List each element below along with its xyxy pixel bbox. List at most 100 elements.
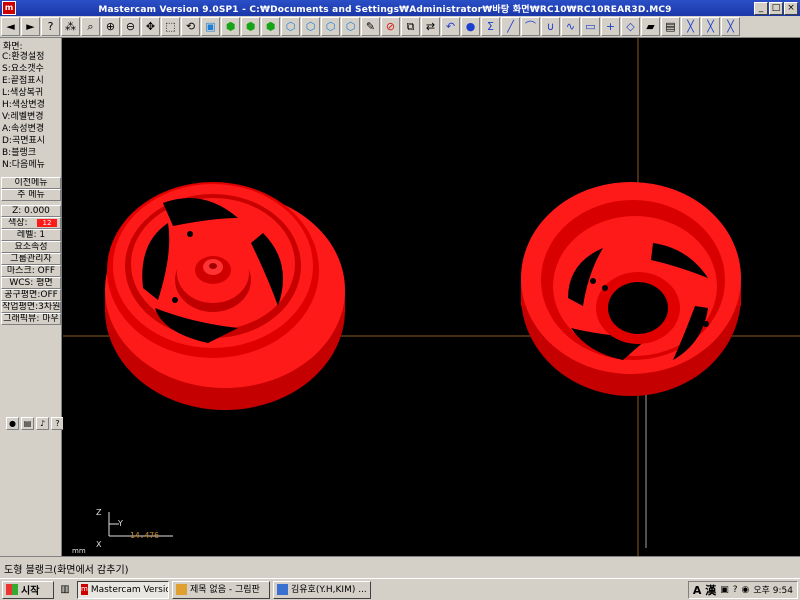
zoom-window-icon[interactable]: ⌕: [81, 17, 100, 36]
system-tray: A 漢 ▣ ? ◉ 오후 9:54: [687, 580, 798, 599]
xform-icon[interactable]: ⇄: [421, 17, 440, 36]
help-icon[interactable]: ?: [41, 17, 60, 36]
color-field[interactable]: 색상: 12: [1, 217, 61, 229]
menu-item-change-attributes[interactable]: A:속성변경: [2, 123, 60, 135]
transform-icon[interactable]: ⧉: [401, 17, 420, 36]
start-label: 시작: [21, 586, 40, 597]
windows-flag-icon: [6, 584, 18, 595]
task-label: Mastercam Versio...: [90, 584, 168, 595]
record-icon[interactable]: ●: [6, 417, 19, 430]
arc-icon[interactable]: ⌒: [521, 17, 540, 36]
start-button[interactable]: 시작: [2, 580, 54, 599]
view-cube-1-icon[interactable]: ⬡: [281, 17, 300, 36]
undo-icon[interactable]: ↶: [441, 17, 460, 36]
pencil-icon[interactable]: ✎: [361, 17, 380, 36]
color-swatch: 12: [37, 219, 57, 227]
mask-button[interactable]: 마스크: OFF: [1, 265, 61, 277]
pan-icon[interactable]: ✥: [141, 17, 160, 36]
delete-icon[interactable]: ⊘: [381, 17, 400, 36]
prev-menu-button[interactable]: 이전메뉴: [1, 177, 61, 189]
save-icon[interactable]: ▤: [21, 417, 34, 430]
solid-icon[interactable]: ▰: [641, 17, 660, 36]
task-label: 제목 없음 - 그림판: [190, 584, 260, 595]
sigma-icon[interactable]: Σ: [481, 17, 500, 36]
units-label: mm: [72, 547, 86, 555]
analyze-icon[interactable]: ⁂: [61, 17, 80, 36]
spline-icon[interactable]: ∿: [561, 17, 580, 36]
tool-plane-button[interactable]: 공구평면:OFF: [1, 289, 61, 301]
task-mastercam[interactable]: m Mastercam Versio...: [77, 580, 169, 599]
task-paint[interactable]: 제목 없음 - 그림판: [172, 580, 270, 599]
sound-icon[interactable]: ♪: [36, 417, 49, 430]
scale-value: 14.476: [130, 531, 159, 540]
menu-item-count[interactable]: S:요소갯수: [2, 63, 60, 75]
messenger-task-icon: [277, 584, 288, 595]
color-label: 색상:: [8, 218, 28, 228]
task-label: 김유호(Y.H,KIM) ...: [291, 584, 367, 595]
prompt-bar: 도형 블랭크(화면에서 감추기): [0, 556, 800, 578]
construct-plane-button[interactable]: 작업평면:3차원: [1, 301, 61, 313]
sphere-icon[interactable]: ●: [461, 17, 480, 36]
level-field[interactable]: 레벨: 1: [1, 229, 61, 241]
task-messenger[interactable]: 김유호(Y.H,KIM) ...: [273, 580, 371, 599]
misc-2-icon[interactable]: ╳: [701, 17, 720, 36]
menu-item-surface-display[interactable]: D:곡면표시: [2, 135, 60, 147]
tray-help-icon[interactable]: ?: [733, 585, 738, 595]
cad-geometry: [63, 38, 800, 556]
group-manager-button[interactable]: 그룹관리자: [1, 253, 61, 265]
prompt-text: 도형 블랭크(화면에서 감추기): [4, 565, 129, 576]
line-icon[interactable]: ╱: [501, 17, 520, 36]
menu-item-clear-color[interactable]: L:색상복귀: [2, 87, 60, 99]
menu-item-blank[interactable]: B:블랭크: [2, 147, 60, 159]
view-side-icon[interactable]: ⬢: [241, 17, 260, 36]
lathe-icon[interactable]: ▤: [661, 17, 680, 36]
axis-x-label: X: [96, 540, 102, 549]
menu-item-config[interactable]: C:환경설정: [2, 51, 60, 63]
misc-3-icon[interactable]: ╳: [721, 17, 740, 36]
maximize-button[interactable]: □: [769, 1, 783, 15]
z-depth-field[interactable]: Z: 0.000: [1, 205, 61, 217]
close-button[interactable]: ×: [784, 1, 798, 15]
graphics-viewport[interactable]: [63, 38, 800, 556]
zoom-out-icon[interactable]: ⊖: [121, 17, 140, 36]
menu-item-change-color[interactable]: H:색상변경: [2, 99, 60, 111]
view-cube-2-icon[interactable]: ⬡: [301, 17, 320, 36]
left-wheel: [105, 182, 345, 410]
view-iso-icon[interactable]: ⬢: [261, 17, 280, 36]
menu-item-next-menu[interactable]: N:다음메뉴: [2, 159, 60, 171]
right-wheel: [521, 182, 741, 396]
tray-icon[interactable]: ▣: [720, 585, 729, 595]
view-cube-3-icon[interactable]: ⬡: [321, 17, 340, 36]
axis-z-label: Z: [96, 508, 102, 517]
left-menu-panel: 화면: C:환경설정 S:요소갯수 E:끝점표시 L:색상복귀 H:색상변경 V…: [0, 38, 62, 556]
point-icon[interactable]: +: [601, 17, 620, 36]
zoom-in-icon[interactable]: ⊕: [101, 17, 120, 36]
view-cube-4-icon[interactable]: ⬡: [341, 17, 360, 36]
left-arrow-icon[interactable]: ◄: [1, 17, 20, 36]
right-arrow-icon[interactable]: ►: [21, 17, 40, 36]
menu-item-endpoints[interactable]: E:끝점표시: [2, 75, 60, 87]
curve-icon[interactable]: ∪: [541, 17, 560, 36]
window-title: Mastercam Version 9.0SP1 - C:₩Documents …: [98, 4, 672, 15]
view-top-icon[interactable]: ▣: [201, 17, 220, 36]
tray-network-icon[interactable]: ◉: [742, 585, 750, 595]
attributes-button[interactable]: 요소속성: [1, 241, 61, 253]
graphics-view-button[interactable]: 그래픽뷰: 마우: [1, 313, 61, 325]
quicklaunch-icon[interactable]: ▥: [56, 581, 74, 599]
menu-item-change-level[interactable]: V:레벨변경: [2, 111, 60, 123]
ime-indicator[interactable]: A 漢: [693, 582, 716, 598]
main-menu-button[interactable]: 주 메뉴: [1, 189, 61, 201]
rotate-icon[interactable]: ⟲: [181, 17, 200, 36]
wcs-button[interactable]: WCS: 평면: [1, 277, 61, 289]
paint-task-icon: [176, 584, 187, 595]
mastercam-app-icon[interactable]: m: [2, 1, 16, 15]
taskbar: 시작 ▥ m Mastercam Versio... 제목 없음 - 그림판 김…: [0, 578, 800, 600]
select-icon[interactable]: ⬚: [161, 17, 180, 36]
rectangle-icon[interactable]: ▭: [581, 17, 600, 36]
view-front-icon[interactable]: ⬢: [221, 17, 240, 36]
axis-y-label: Y: [118, 519, 123, 528]
mastercam-task-icon: m: [81, 584, 88, 595]
misc-1-icon[interactable]: ╳: [681, 17, 700, 36]
surface-icon[interactable]: ◇: [621, 17, 640, 36]
minimize-button[interactable]: _: [754, 1, 768, 15]
